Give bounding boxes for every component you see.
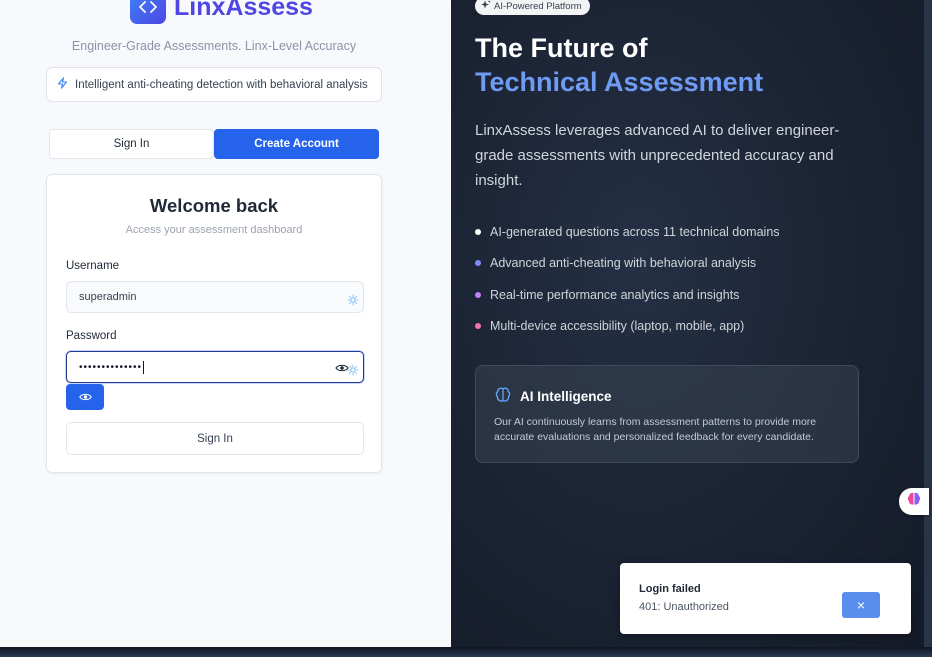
password-input[interactable]: •••••••••••••• bbox=[79, 352, 319, 382]
username-field-wrap bbox=[66, 281, 364, 313]
brain-icon bbox=[494, 386, 512, 407]
toast-message: 401: Unauthorized bbox=[639, 601, 729, 613]
bullet-dot bbox=[475, 228, 481, 235]
ai-card-title: AI Intelligence bbox=[520, 389, 612, 404]
assistant-extension-button[interactable] bbox=[899, 488, 929, 515]
tab-sign-in[interactable]: Sign In bbox=[49, 129, 214, 159]
feature-list: AI-generated questions across 11 technic… bbox=[475, 216, 780, 342]
toast-close-button[interactable]: × bbox=[842, 592, 880, 618]
brain-icon bbox=[906, 492, 922, 511]
login-card: Welcome back Access your assessment dash… bbox=[46, 174, 382, 473]
card-title: Welcome back bbox=[149, 195, 279, 216]
hero-panel: AI-Powered Platform The Future of Techni… bbox=[451, 0, 924, 649]
lightning-icon bbox=[57, 77, 68, 92]
list-item: AI-generated questions across 11 technic… bbox=[475, 216, 780, 248]
list-item-text: AI-generated questions across 11 technic… bbox=[490, 224, 780, 239]
bullet-dot bbox=[475, 260, 481, 267]
hero-description: LinxAssess leverages advanced AI to deli… bbox=[475, 122, 840, 189]
password-field-wrap: •••••••••••••• bbox=[66, 351, 364, 383]
tagline: Engineer-Grade Assessments. Linx-Level A… bbox=[71, 39, 357, 53]
list-item-text: Real-time performance analytics and insi… bbox=[490, 287, 740, 302]
username-input[interactable] bbox=[79, 282, 319, 312]
ai-card-header: AI Intelligence bbox=[494, 386, 612, 407]
sparkle-icon[interactable] bbox=[347, 363, 359, 376]
code-brackets-icon bbox=[130, 0, 166, 24]
username-label: Username bbox=[66, 260, 120, 272]
password-masked-value: •••••••••••••• bbox=[79, 361, 143, 373]
ai-intelligence-card: AI Intelligence Our AI continuously lear… bbox=[475, 365, 859, 463]
brand: LinxAssess bbox=[130, 0, 313, 24]
login-panel: LinxAssess Engineer-Grade Assessments. L… bbox=[0, 0, 451, 649]
bullet-dot bbox=[475, 291, 481, 298]
taskbar-strip bbox=[0, 647, 932, 657]
show-password-button[interactable] bbox=[66, 384, 104, 410]
feature-pill-text: Intelligent anti-cheating detection with… bbox=[75, 78, 368, 91]
list-item-text: Advanced anti-cheating with behavioral a… bbox=[490, 256, 757, 271]
list-item: Real-time performance analytics and insi… bbox=[475, 279, 780, 311]
brand-name: LinxAssess bbox=[174, 0, 313, 21]
hero-headline-line2: Technical Assessment bbox=[475, 67, 764, 97]
password-label: Password bbox=[66, 330, 117, 342]
list-item: Multi-device accessibility (laptop, mobi… bbox=[475, 311, 780, 343]
list-item: Advanced anti-cheating with behavioral a… bbox=[475, 248, 780, 280]
card-subtitle: Access your assessment dashboard bbox=[125, 224, 303, 236]
error-toast: Login failed 401: Unauthorized × bbox=[620, 563, 911, 634]
list-item-text: Multi-device accessibility (laptop, mobi… bbox=[490, 319, 745, 334]
platform-badge: AI-Powered Platform bbox=[475, 0, 590, 15]
auth-tabs: Sign In Create Account bbox=[49, 129, 379, 159]
ai-card-body: Our AI continuously learns from assessme… bbox=[494, 416, 817, 443]
sign-in-button[interactable]: Sign In bbox=[66, 422, 364, 455]
feature-pill: Intelligent anti-cheating detection with… bbox=[46, 67, 382, 102]
tab-create-account[interactable]: Create Account bbox=[214, 129, 379, 159]
sparkle-icon[interactable] bbox=[347, 293, 359, 306]
platform-badge-text: AI-Powered Platform bbox=[494, 0, 582, 12]
sparkles-icon bbox=[481, 0, 491, 13]
hero-headline-line1: The Future of bbox=[475, 33, 648, 63]
eye-icon bbox=[78, 390, 92, 405]
toast-title: Login failed bbox=[639, 583, 701, 595]
text-cursor bbox=[143, 360, 145, 374]
window-edge bbox=[924, 0, 932, 657]
app-window: LinxAssess Engineer-Grade Assessments. L… bbox=[0, 0, 924, 649]
bullet-dot bbox=[475, 323, 481, 330]
